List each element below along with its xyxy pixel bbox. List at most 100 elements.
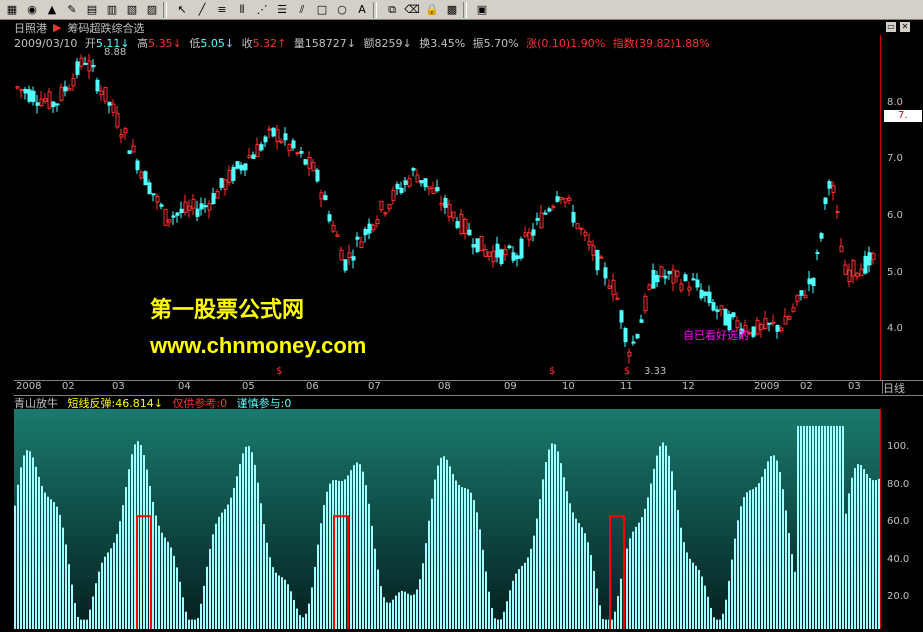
date-tick: 11	[620, 381, 633, 392]
candle-body	[299, 151, 304, 154]
indicator-bar	[71, 584, 73, 629]
candle-body	[627, 351, 632, 357]
candle-body	[527, 232, 532, 241]
copy-icon[interactable]: ⧉	[384, 2, 400, 18]
date-tick: 12	[682, 381, 695, 392]
candle-body	[659, 266, 664, 278]
candle-body	[623, 328, 628, 343]
selector-name[interactable]: 筹码超跌综合选	[67, 20, 144, 36]
cursor-icon[interactable]: ↖	[174, 2, 190, 18]
indicator-bar	[158, 525, 160, 629]
candle-body	[539, 212, 544, 229]
grid-icon[interactable]: ▥	[104, 2, 120, 18]
indicator-bar	[254, 464, 256, 629]
indicator-bar	[368, 503, 370, 629]
candle-body	[107, 101, 112, 106]
indicator-bar	[569, 503, 571, 629]
indicator-bar	[95, 583, 97, 629]
restore-icon[interactable]: ▭	[886, 22, 896, 32]
indicator-bar	[533, 535, 535, 629]
indicator-bar	[650, 483, 652, 629]
stock-icon[interactable]: ▦	[4, 2, 20, 18]
candle-body	[703, 291, 708, 296]
indicator-bar	[143, 455, 145, 629]
pencil-icon[interactable]: ✎	[64, 2, 80, 18]
indicator-bar	[455, 480, 457, 629]
candle-body	[351, 256, 356, 261]
indicator-bar	[833, 425, 835, 629]
text-line-icon[interactable]: ≡	[214, 2, 230, 18]
indicator-bar	[269, 557, 271, 629]
indicator-bar	[725, 599, 727, 629]
candle-body	[431, 187, 436, 195]
vertical-lines-icon[interactable]: ⦀	[234, 2, 250, 18]
candle-body	[203, 205, 208, 208]
picture-icon[interactable]: ▨	[144, 2, 160, 18]
layout-icon[interactable]: ▤	[84, 2, 100, 18]
indicator-bar	[491, 607, 493, 629]
price-tick: 5.0	[887, 267, 903, 278]
indicator-bar	[545, 462, 547, 629]
candlestick-chart[interactable]	[14, 49, 880, 379]
indicator-bar	[107, 552, 109, 629]
close-icon[interactable]: ✕	[900, 22, 910, 32]
candle-body	[455, 221, 460, 228]
text-icon[interactable]: A	[354, 2, 370, 18]
indicator-bar	[554, 444, 556, 629]
candle-body	[559, 196, 564, 200]
candle-body	[67, 87, 72, 91]
indicator-bar	[185, 611, 187, 629]
alert-icon[interactable]: ▲	[44, 2, 60, 18]
indicator-bar	[494, 618, 496, 629]
indicator-bar	[38, 476, 40, 629]
indicator-bar	[530, 548, 532, 629]
indicator-bar	[566, 491, 568, 629]
fan-icon[interactable]: ⋰	[254, 2, 270, 18]
indicator-bar	[275, 572, 277, 629]
indicator-bar	[638, 522, 640, 629]
horizontal-lines-icon[interactable]: ☰	[274, 2, 290, 18]
indicator-bar	[188, 619, 190, 629]
candle-body	[863, 255, 868, 274]
indicator-panel[interactable]	[14, 409, 880, 629]
parallel-icon[interactable]: ⫽	[294, 2, 310, 18]
indicator-bar	[518, 569, 520, 629]
candle-body	[135, 160, 140, 171]
save-icon[interactable]: ▣	[474, 2, 490, 18]
ellipse-icon[interactable]: ○	[334, 2, 350, 18]
rectangle-icon[interactable]: □	[314, 2, 330, 18]
candle-body	[595, 249, 600, 271]
candle-body	[239, 164, 244, 171]
indicator-bar	[536, 518, 538, 629]
eraser-icon[interactable]: ⌫	[404, 2, 420, 18]
stock-name[interactable]: 日照港	[14, 20, 47, 36]
candle-body	[567, 197, 572, 201]
lock-icon[interactable]: 🔒	[424, 2, 440, 18]
indicator-bar	[611, 619, 613, 629]
period-label[interactable]: 日线	[882, 380, 923, 395]
candle-body	[467, 229, 472, 236]
candle-body	[355, 236, 360, 240]
indicator-bar	[635, 526, 637, 629]
palette-icon[interactable]: ▩	[444, 2, 460, 18]
indicator-bar	[23, 455, 25, 629]
indicator-bar	[647, 497, 649, 629]
candle-body	[35, 102, 40, 106]
candle-body	[571, 212, 576, 223]
candle-body	[51, 101, 56, 108]
indicator-bar	[698, 569, 700, 629]
color-icon[interactable]: ◉	[24, 2, 40, 18]
indicator-bar	[425, 543, 427, 629]
candle-body	[619, 310, 624, 323]
indicator-bar	[173, 555, 175, 629]
line-icon[interactable]: ╱	[194, 2, 210, 18]
candle-body	[531, 229, 536, 236]
candle-body	[127, 150, 132, 154]
candle-body	[155, 195, 160, 203]
candle-body	[23, 89, 28, 94]
candle-body	[583, 231, 588, 236]
candle-body	[259, 144, 264, 151]
indicator-bar	[155, 515, 157, 629]
chart-icon[interactable]: ▧	[124, 2, 140, 18]
indicator-bar	[482, 549, 484, 629]
